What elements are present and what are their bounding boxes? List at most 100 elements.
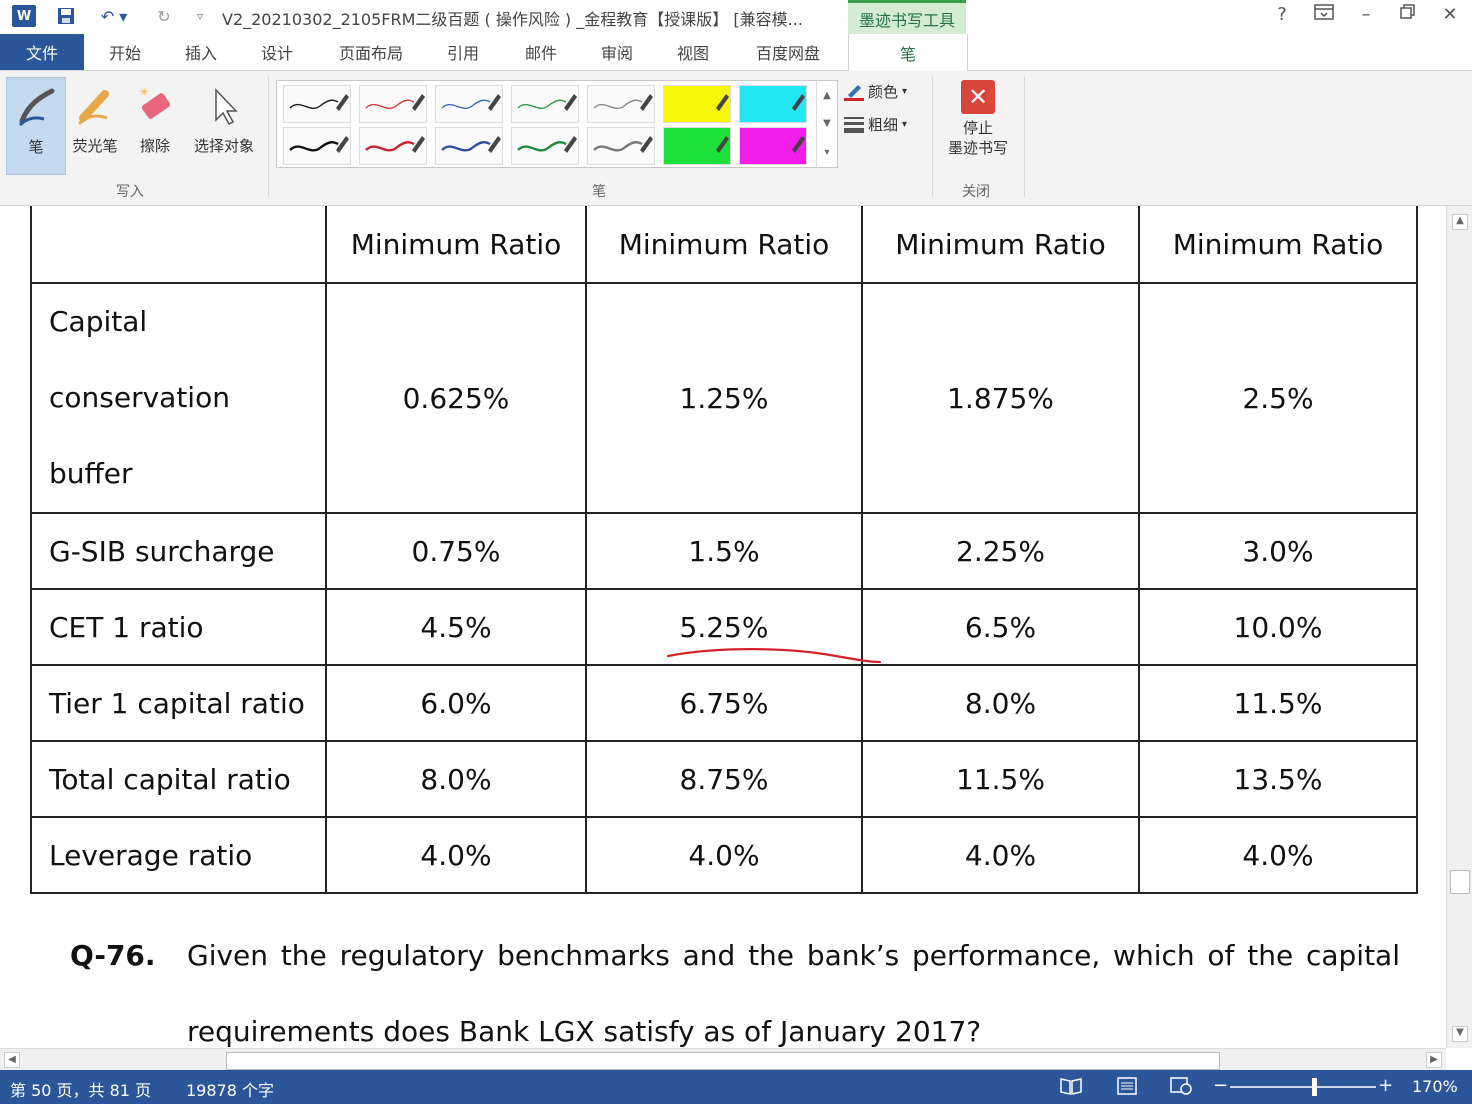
- minimize-button[interactable]: –: [1352, 4, 1380, 25]
- undo-icon[interactable]: ↶ ▾: [96, 5, 132, 27]
- title-bar: W ↶ ▾ ↻ ▿ V2_20210302_2105FRM二级百题 ( 操作风险…: [0, 0, 1472, 34]
- zoom-slider-thumb[interactable]: [1312, 1078, 1317, 1096]
- highlighter-button[interactable]: 荧光笔: [66, 77, 124, 173]
- cursor-icon: [202, 77, 246, 135]
- stop-inking-button[interactable]: ✕ 停止 墨迹书写: [940, 80, 1016, 170]
- ribbon-display-options-button[interactable]: [1310, 4, 1338, 25]
- stop-inking-label-1: 停止: [962, 119, 993, 137]
- highlighter-swatch[interactable]: [739, 127, 807, 165]
- pen-stroke-icon: [593, 136, 653, 153]
- pen-swatch[interactable]: [435, 127, 503, 165]
- pen-swatch[interactable]: [511, 127, 579, 165]
- thickness-icon: [844, 116, 864, 134]
- highlighter-swatch[interactable]: [663, 127, 731, 165]
- select-objects-button-label: 选择对象: [193, 137, 254, 155]
- stop-inking-label-2: 墨迹书写: [947, 139, 1008, 157]
- pen-thickness-label: 粗细: [868, 116, 899, 134]
- page-count[interactable]: 第 50 页，共 81 页: [10, 1077, 151, 1101]
- read-mode-icon[interactable]: [1060, 1077, 1082, 1099]
- zoom-in-button[interactable]: +: [1378, 1075, 1393, 1096]
- highlighter-swatch[interactable]: [739, 85, 807, 123]
- vertical-scrollbar[interactable]: ▲ ▼: [1446, 206, 1472, 1048]
- pen-swatch[interactable]: [511, 85, 579, 123]
- tab-mailings[interactable]: 邮件: [510, 34, 572, 70]
- table-cell: 1.25%: [585, 282, 863, 514]
- scroll-down-icon[interactable]: ▼: [1452, 1026, 1468, 1042]
- row-label: Capital conservation buffer: [30, 282, 327, 514]
- close-button[interactable]: ✕: [1436, 4, 1464, 25]
- pen-swatch[interactable]: [587, 85, 655, 123]
- restore-button[interactable]: [1394, 4, 1422, 25]
- horizontal-scrollbar[interactable]: ◀ ▶: [0, 1048, 1446, 1071]
- table-row: Total capital ratio 8.0% 8.75% 11.5% 13.…: [30, 740, 1418, 818]
- pen-thickness-dropdown[interactable]: 粗细 ▾: [844, 114, 907, 135]
- zoom-level[interactable]: 170%: [1412, 1077, 1458, 1096]
- table-cell: 2.5%: [1138, 282, 1418, 514]
- gallery-up-icon[interactable]: ▲: [823, 90, 831, 101]
- row-label-line: buffer: [49, 457, 133, 490]
- pen-gallery-scroll[interactable]: ▲ ▼ ▾: [816, 81, 837, 167]
- word-app-icon[interactable]: W: [12, 5, 36, 27]
- scroll-left-icon[interactable]: ◀: [4, 1052, 20, 1068]
- tab-review[interactable]: 审阅: [586, 34, 648, 70]
- ribbon-pen: 笔 荧光笔 ✳ 擦除 选择对象 写入 ▲ ▼ ▾ 颜色 ▾ 粗细 ▾ 笔 ✕ 停…: [0, 71, 1472, 269]
- scroll-up-icon[interactable]: ▲: [1452, 214, 1468, 230]
- customize-quick-access-icon[interactable]: ▿: [192, 5, 208, 27]
- eraser-icon: ✳: [133, 77, 177, 135]
- pen-swatch[interactable]: [283, 85, 351, 123]
- header-cell: [30, 206, 327, 284]
- gallery-down-icon[interactable]: ▼: [823, 118, 831, 129]
- zoom-out-button[interactable]: −: [1213, 1075, 1228, 1096]
- eraser-button[interactable]: ✳ 擦除: [128, 77, 182, 173]
- highlighter-swatch[interactable]: [663, 85, 731, 123]
- group-separator: [1024, 77, 1025, 197]
- pen-swatch[interactable]: [359, 85, 427, 123]
- tab-insert[interactable]: 插入: [170, 34, 232, 70]
- highlighter-button-label: 荧光笔: [72, 137, 118, 155]
- pen-swatch[interactable]: [435, 85, 503, 123]
- pen-stroke-icon: [365, 94, 425, 111]
- table-cell: 3.0%: [1138, 512, 1418, 590]
- tab-references[interactable]: 引用: [432, 34, 494, 70]
- header-cell: Minimum Ratio: [585, 206, 863, 284]
- tab-pen[interactable]: 笔: [848, 34, 968, 71]
- pen-button[interactable]: 笔: [6, 77, 66, 175]
- document-page[interactable]: Minimum Ratio Minimum Ratio Minimum Rati…: [0, 206, 1446, 1048]
- print-layout-icon[interactable]: [1116, 1077, 1138, 1099]
- pen-icon: [14, 78, 58, 136]
- table-row: CET 1 ratio 4.5% 5.25% 6.5% 10.0%: [30, 588, 1418, 666]
- capital-ratio-table: Minimum Ratio Minimum Ratio Minimum Rati…: [30, 206, 1418, 894]
- vertical-scroll-thumb[interactable]: [1450, 870, 1470, 894]
- pen-stroke-icon: [517, 136, 577, 153]
- tab-design[interactable]: 设计: [246, 34, 308, 70]
- zoom-slider-track[interactable]: [1230, 1086, 1376, 1088]
- table-cell: 8.0%: [861, 664, 1140, 742]
- table-row: Tier 1 capital ratio 6.0% 6.75% 8.0% 11.…: [30, 664, 1418, 742]
- table-cell: 6.75%: [585, 664, 863, 742]
- help-button[interactable]: ?: [1268, 4, 1296, 25]
- tab-baidu-netdisk[interactable]: 百度网盘: [740, 34, 836, 70]
- tab-home[interactable]: 开始: [94, 34, 156, 70]
- tab-page-layout[interactable]: 页面布局: [326, 34, 416, 70]
- pen-color-label: 颜色: [868, 83, 899, 101]
- select-objects-button[interactable]: 选择对象: [186, 77, 262, 173]
- tab-file[interactable]: 文件: [0, 34, 84, 70]
- pen-swatch[interactable]: [359, 127, 427, 165]
- horizontal-scroll-thumb[interactable]: [226, 1052, 1220, 1070]
- word-count[interactable]: 19878 个字: [186, 1077, 274, 1101]
- highlighter-icon: [792, 136, 805, 153]
- table-cell: 1.875%: [861, 282, 1140, 514]
- tab-view[interactable]: 视图: [662, 34, 724, 70]
- table-cell: 6.5%: [861, 588, 1140, 666]
- web-layout-icon[interactable]: [1170, 1077, 1192, 1099]
- gallery-more-icon[interactable]: ▾: [824, 147, 829, 158]
- pen-swatch[interactable]: [283, 127, 351, 165]
- table-cell: 4.0%: [585, 816, 863, 894]
- pen-swatch[interactable]: [587, 127, 655, 165]
- question-text: Given the regulatory benchmarks and the …: [187, 939, 1400, 1048]
- scroll-right-icon[interactable]: ▶: [1426, 1052, 1442, 1068]
- save-icon[interactable]: [54, 5, 78, 27]
- pen-stroke-icon: [289, 94, 349, 111]
- pen-color-dropdown[interactable]: 颜色 ▾: [844, 81, 907, 102]
- redo-icon[interactable]: ↻: [150, 5, 178, 27]
